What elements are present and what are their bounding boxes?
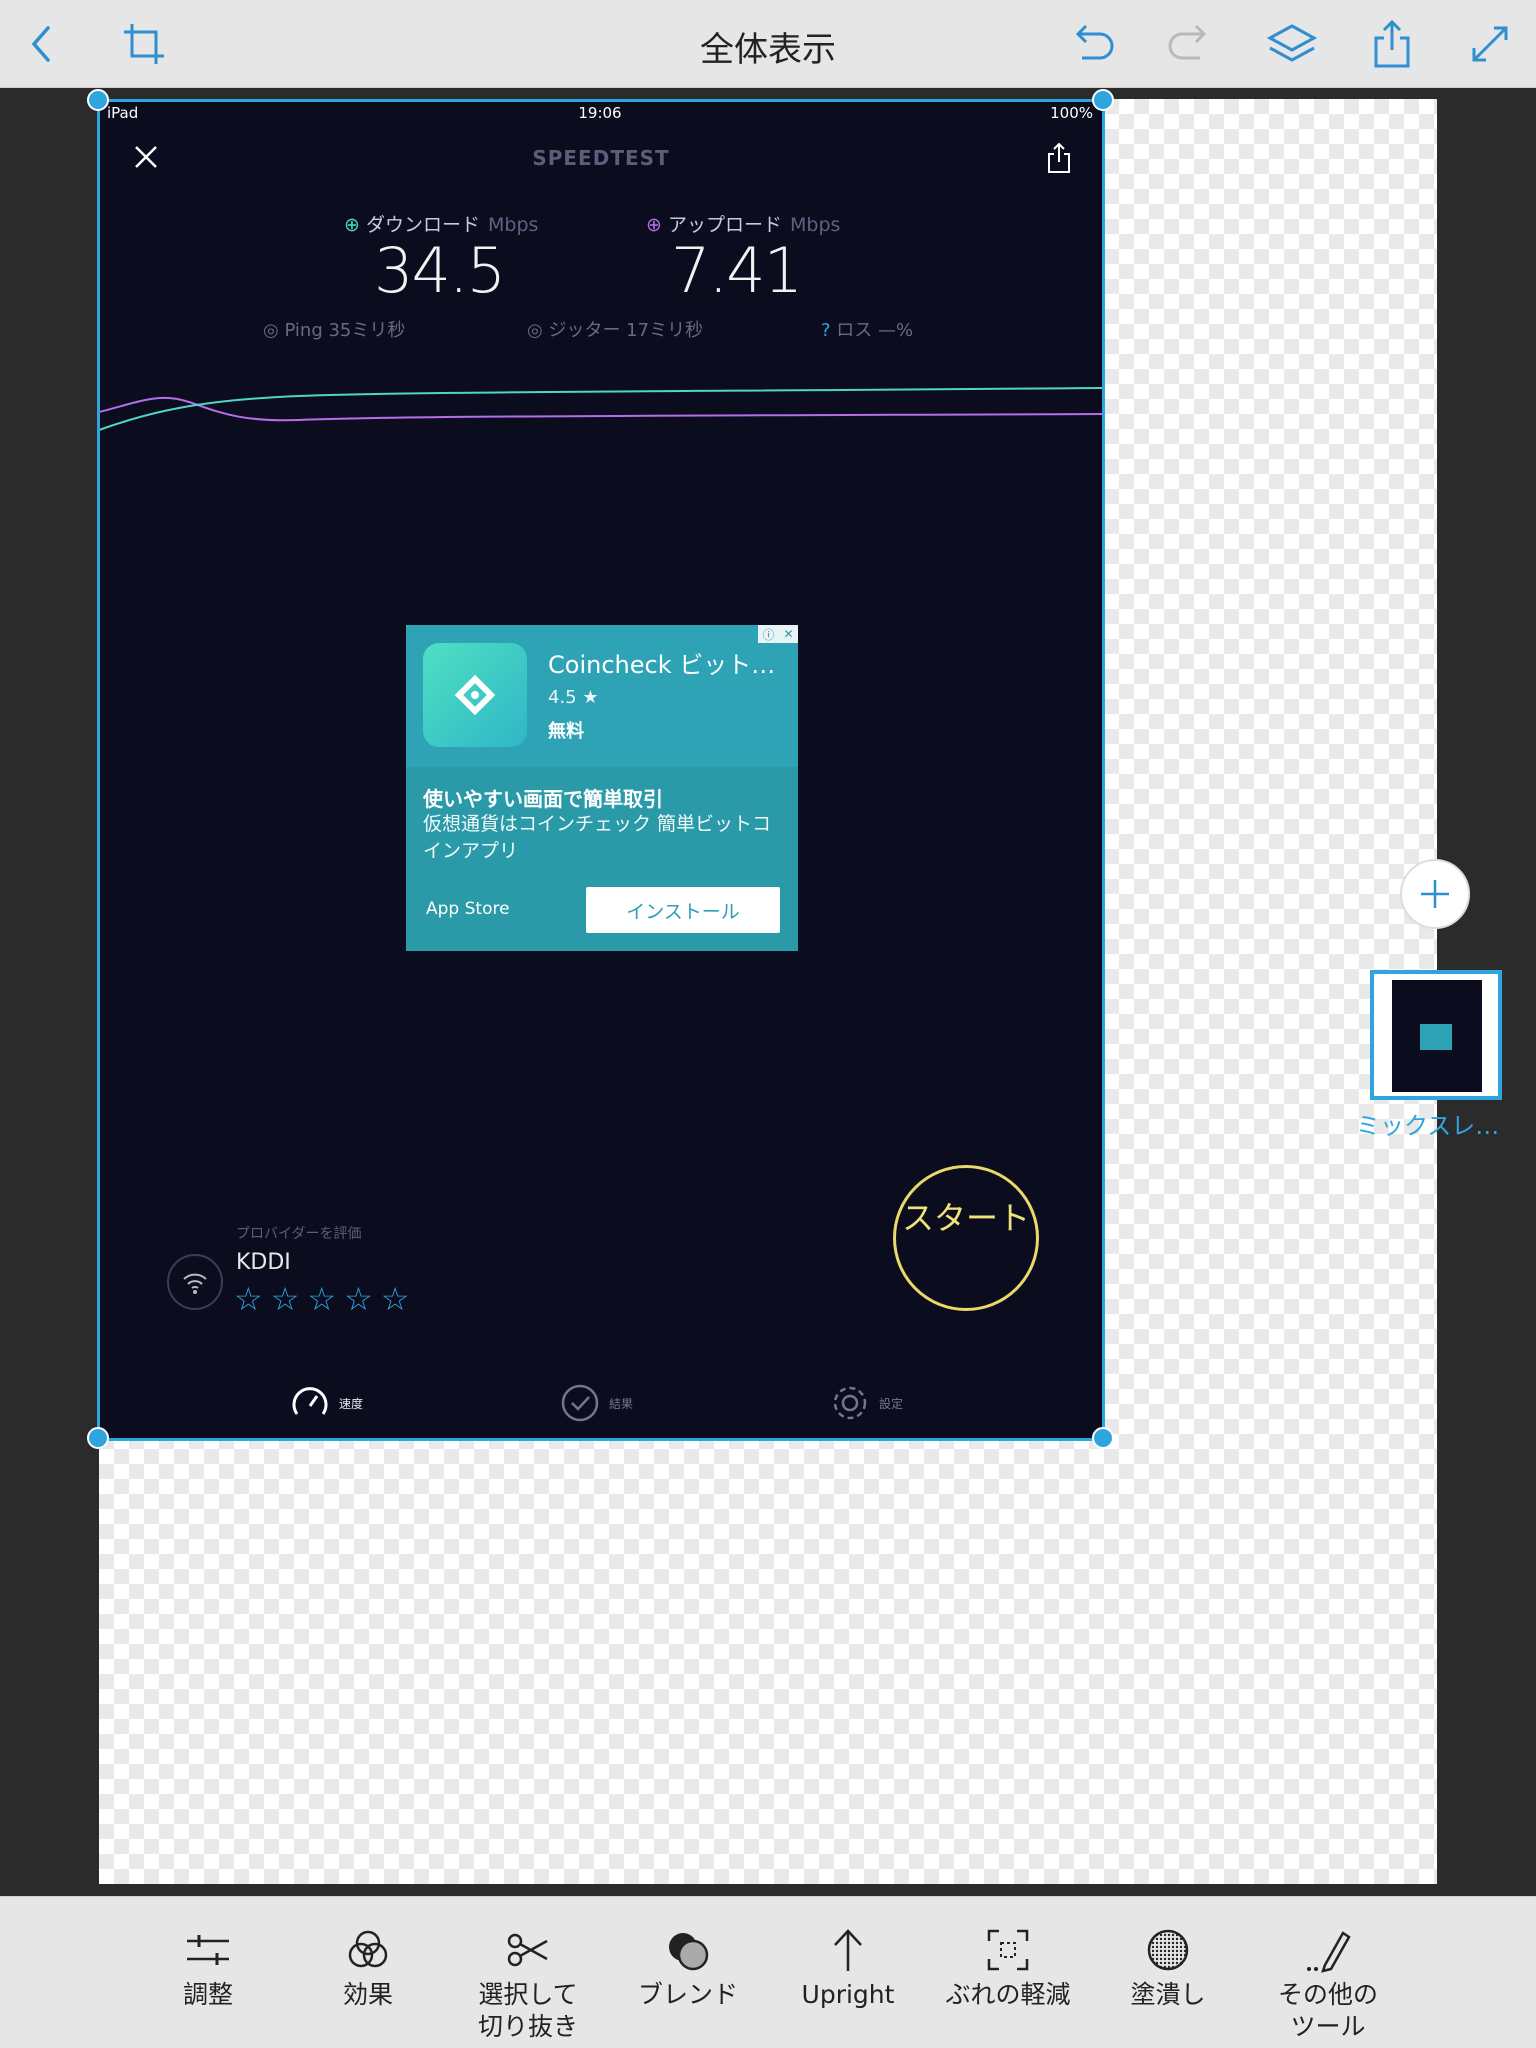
ping-icon: ◎ <box>263 320 279 341</box>
blend-icon <box>669 1933 709 1971</box>
upload-icon: ⊕ <box>646 214 662 236</box>
resize-handle-top-right[interactable] <box>1092 89 1114 111</box>
add-layer-button[interactable] <box>1400 859 1470 929</box>
tool-shake-reduction[interactable]: ぶれの軽減 <box>933 1925 1083 2011</box>
coincheck-app-icon <box>423 643 527 747</box>
image-layer[interactable]: iPad 19:06 100% SPEEDTEST ⊕ ダウンロード Mbps 3… <box>99 102 1103 1440</box>
shake-reduction-icon <box>987 1929 1029 1971</box>
speedtest-logo: SPEEDTEST <box>532 146 670 170</box>
share-icon[interactable] <box>1045 142 1073 174</box>
upright-icon <box>834 1929 862 1971</box>
jitter-icon: ◎ <box>527 320 543 341</box>
wifi-icon <box>167 1254 223 1310</box>
star-icon: ★ <box>582 687 599 708</box>
upload-value: 7.41 <box>671 234 803 307</box>
effects-icon <box>348 1930 388 1968</box>
app-store-label: App Store <box>426 899 510 919</box>
tab-settings[interactable]: 設定 <box>829 1382 903 1424</box>
battery-level: 100% <box>1050 104 1093 122</box>
layer-name: ミックスレ… <box>1356 1112 1500 1140</box>
download-label: ⊕ ダウンロード Mbps <box>344 214 539 236</box>
jitter-metric: ◎ ジッター 17ミリ秒 <box>527 320 704 341</box>
ad-description: 仮想通貨はコインチェック 簡単ビットコインアプリ <box>423 813 772 862</box>
rating-stars[interactable]: ☆☆☆☆☆ <box>234 1280 417 1318</box>
checkmark-icon <box>561 1384 599 1422</box>
adchoices-icon[interactable]: ⓘ ✕ <box>758 625 798 643</box>
upload-label: ⊕ アップロード Mbps <box>646 214 841 236</box>
ad-banner[interactable]: ⓘ ✕ Coincheck ビット… 4.5 ★ 無料 使いやすい画面で簡単取引 … <box>406 625 798 951</box>
install-button[interactable]: インストール <box>586 887 780 933</box>
resize-handle-bottom-left[interactable] <box>87 1427 109 1449</box>
download-value: 34.5 <box>374 234 506 307</box>
ad-app-name: Coincheck ビット… <box>548 651 776 679</box>
tool-select-cutout[interactable]: 選択して 切り抜き <box>453 1925 603 2043</box>
download-icon: ⊕ <box>344 214 360 236</box>
fill-icon <box>1147 1929 1189 1971</box>
gear-icon <box>833 1386 867 1420</box>
tool-more[interactable]: その他の ツール <box>1253 1925 1403 2043</box>
share-icon[interactable] <box>1362 14 1422 74</box>
sliders-icon <box>187 1935 229 1965</box>
resize-handle-bottom-right[interactable] <box>1092 1427 1114 1449</box>
expand-icon[interactable] <box>1460 14 1520 74</box>
plus-icon <box>1421 880 1449 908</box>
start-button[interactable]: スタート <box>893 1165 1039 1311</box>
provider-name: KDDI <box>236 1250 291 1275</box>
tab-speed[interactable]: 速度 <box>289 1382 363 1424</box>
status-time: 19:06 <box>578 104 622 122</box>
ad-price: 無料 <box>548 721 584 742</box>
provider-rate-label: プロバイダーを評価 <box>236 1226 362 1242</box>
speedtest-header: SPEEDTEST <box>99 136 1103 186</box>
layer-thumbnail[interactable] <box>1370 970 1502 1100</box>
tool-blend[interactable]: ブレンド <box>613 1925 763 2011</box>
bottom-toolbar: 調整 効果 選択して 切り抜き ブレンド Upright ぶれの軽減 塗潰し そ… <box>0 1896 1536 2048</box>
loss-metric: ? ロス —% <box>821 320 914 341</box>
more-tools-icon <box>1307 1931 1351 1973</box>
ad-headline: 使いやすい画面で簡単取引 <box>423 787 663 811</box>
resize-handle-top-left[interactable] <box>87 89 109 111</box>
ad-rating: 4.5 ★ <box>548 687 599 708</box>
tool-fill[interactable]: 塗潰し <box>1093 1925 1243 2011</box>
tab-results[interactable]: 結果 <box>559 1382 633 1424</box>
top-toolbar: 全体表示 <box>0 0 1536 88</box>
loss-icon: ? <box>821 320 831 341</box>
status-bar: iPad 19:06 100% <box>107 104 1093 126</box>
speedometer-icon <box>292 1387 328 1415</box>
speed-graph <box>99 387 1103 431</box>
ping-metric: ◎ Ping 35ミリ秒 <box>263 320 406 341</box>
upload-graph-line <box>99 396 1103 422</box>
layers-icon[interactable] <box>1262 14 1322 74</box>
tool-effects[interactable]: 効果 <box>293 1925 443 2011</box>
download-graph-line <box>99 387 1103 431</box>
tool-adjust[interactable]: 調整 <box>133 1925 283 2011</box>
redo-icon[interactable] <box>1160 14 1220 74</box>
undo-icon[interactable] <box>1062 14 1122 74</box>
scissors-icon <box>507 1933 548 1967</box>
tool-upright[interactable]: Upright <box>773 1925 923 2011</box>
